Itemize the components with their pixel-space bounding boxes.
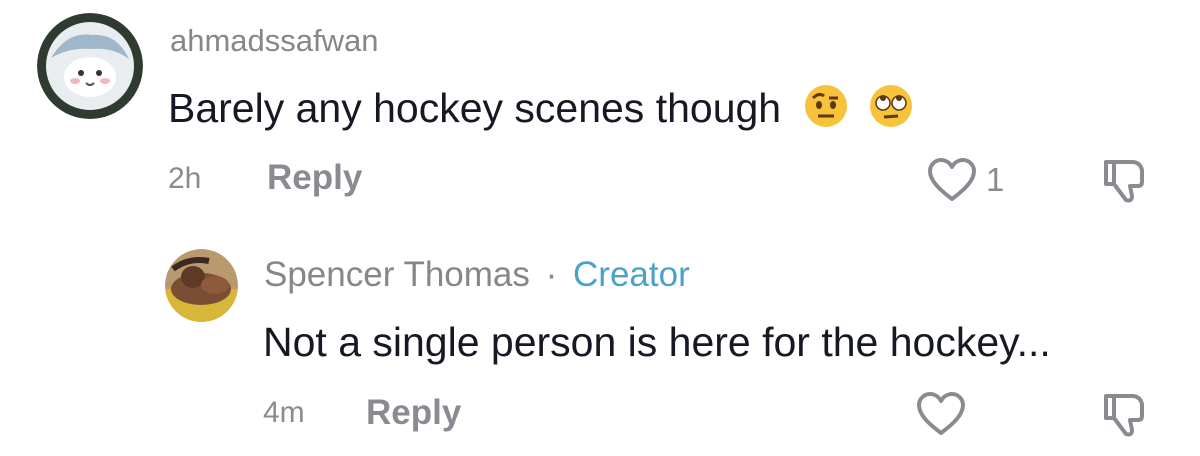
comment-thread: ahmadssafwan Barely any hockey scenes th… [0,0,1200,456]
comment-like-button[interactable]: 1 [926,157,1004,203]
thumbs-down-icon [1104,394,1144,437]
reply-reply-button[interactable]: Reply [366,393,461,433]
heart-icon [928,158,976,201]
comment-reply-button[interactable]: Reply [267,158,362,198]
comment-username[interactable]: ahmadssafwan [170,23,379,59]
reply-header: Spencer Thomas · Creator [264,255,690,295]
raised-eyebrow-emoji [803,83,849,139]
comment-dislike-button[interactable] [1100,156,1150,204]
thumbs-down-icon [1104,160,1144,203]
reply-dislike-button[interactable] [1100,390,1150,438]
creator-badge: Creator [573,255,690,294]
separator-dot: · [545,255,558,294]
reply-username[interactable]: Spencer Thomas [264,255,530,294]
reply-text: Not a single person is here for the hock… [263,319,1051,365]
comment-timestamp: 2h [168,162,202,195]
reply-timestamp: 4m [263,396,305,429]
eye-roll-emoji [868,83,914,139]
comment-text: Barely any hockey scenes though [168,84,782,131]
like-count: 1 [986,161,1005,198]
avatar[interactable] [37,13,143,119]
reply-avatar[interactable] [165,249,238,322]
heart-icon [917,392,965,435]
reply-like-button[interactable] [915,391,967,437]
comment-text-row: Barely any hockey scenes though [168,83,914,139]
